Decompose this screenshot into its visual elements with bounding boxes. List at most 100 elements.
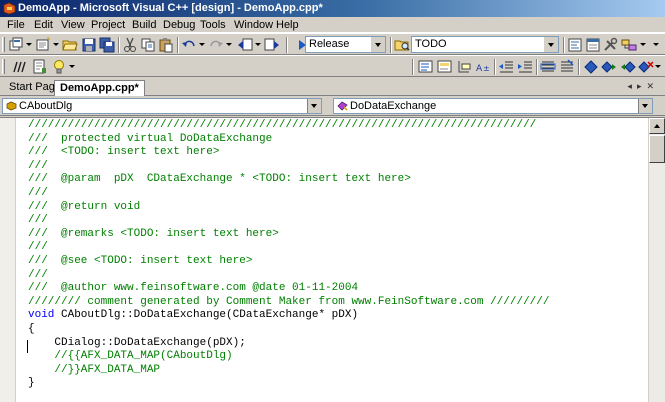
decrease-indent-icon[interactable] — [498, 59, 514, 75]
code-text-area[interactable]: ////////////////////////////////////////… — [28, 119, 638, 391]
find-combo[interactable]: TODO — [411, 36, 559, 53]
class-view-dropdown-arrow[interactable] — [640, 43, 646, 46]
next-bookmark-icon[interactable] — [601, 59, 617, 75]
code-line[interactable]: /// protected virtual DoDataExchange — [28, 133, 638, 147]
code-line[interactable]: //}}AFX_DATA_MAP — [28, 364, 638, 378]
menu-bar: File Edit View Project Build Debug Tools… — [0, 17, 665, 33]
code-line[interactable]: /// — [28, 214, 638, 228]
toolbar-grip[interactable] — [2, 59, 5, 74]
solution-configuration-combo[interactable]: Release — [305, 36, 386, 53]
redo-icon[interactable] — [208, 37, 224, 53]
vertical-scrollbar[interactable] — [648, 118, 665, 402]
member-combo[interactable]: DoDataExchange — [333, 98, 653, 114]
copy-icon[interactable] — [140, 37, 156, 53]
tab-scroll-and-close-controls[interactable]: ◂▸✕ — [627, 81, 659, 92]
toolbar-separator — [118, 37, 120, 53]
redo-dropdown-arrow[interactable] — [226, 43, 232, 46]
code-line[interactable]: /// — [28, 241, 638, 255]
menu-tools[interactable]: Tools — [200, 18, 226, 32]
code-line[interactable]: /// <TODO: insert text here> — [28, 146, 638, 160]
menu-window[interactable]: Window — [234, 18, 273, 32]
add-item-icon[interactable] — [35, 37, 51, 53]
properties-window-icon[interactable] — [585, 37, 601, 53]
menu-build[interactable]: Build — [132, 18, 156, 32]
class-combo-dropdown-button[interactable] — [307, 99, 321, 113]
find-in-files-icon[interactable] — [394, 37, 410, 53]
paste-icon[interactable] — [158, 37, 174, 53]
code-line[interactable]: /// — [28, 187, 638, 201]
menu-project[interactable]: Project — [91, 18, 125, 32]
open-folder-icon[interactable] — [62, 37, 78, 53]
display-word-completion-icon[interactable]: A ± — [475, 59, 491, 75]
toolbar-separator — [563, 37, 565, 53]
standard-toolbar: Release TODO — [0, 33, 665, 55]
lightbulb-icon[interactable] — [51, 59, 67, 75]
toolbar-overflow-arrow[interactable] — [653, 43, 659, 46]
class-view-icon[interactable] — [621, 37, 637, 53]
toolbar-overflow-arrow[interactable] — [655, 65, 661, 68]
code-comment: /// — [28, 214, 48, 227]
editor-gutter[interactable] — [0, 118, 16, 402]
menu-help[interactable]: Help — [276, 18, 299, 32]
solution-explorer-icon[interactable] — [567, 37, 583, 53]
code-comment: /// @param pDX CDataExchange * <TODO: in… — [28, 173, 411, 186]
increase-indent-icon[interactable] — [517, 59, 533, 75]
code-line[interactable]: //{{AFX_DATA_MAP(CAboutDlg) — [28, 350, 638, 364]
member-combo-dropdown-button[interactable] — [638, 99, 652, 113]
code-line[interactable]: //////// comment generated by Comment Ma… — [28, 296, 638, 310]
scroll-up-button[interactable] — [649, 118, 665, 134]
find-dropdown-button[interactable] — [543, 37, 558, 52]
code-line[interactable]: } — [28, 377, 638, 391]
code-line[interactable]: CDialog::DoDataExchange(pDX); — [28, 337, 638, 351]
menu-edit[interactable]: Edit — [34, 18, 53, 32]
menu-view[interactable]: View — [61, 18, 85, 32]
code-line[interactable]: /// — [28, 160, 638, 174]
scroll-thumb[interactable] — [649, 135, 665, 163]
code-comment: //{{AFX_DATA_MAP(CAboutDlg) — [28, 350, 233, 363]
undo-dropdown-arrow[interactable] — [199, 43, 205, 46]
display-object-member-list-icon[interactable] — [418, 59, 434, 75]
code-line[interactable]: ////////////////////////////////////////… — [28, 119, 638, 133]
comment-settings-icon[interactable] — [32, 59, 48, 75]
menu-file[interactable]: File — [7, 18, 25, 32]
code-line[interactable]: /// @author www.feinsoftware.com @date 0… — [28, 282, 638, 296]
toolbar-grip[interactable] — [2, 37, 5, 52]
navigation-bar: CAboutDlg DoDataExchange — [0, 96, 665, 116]
text-caret — [27, 340, 28, 353]
new-project-dropdown-arrow[interactable] — [26, 43, 32, 46]
code-line[interactable]: /// @see <TODO: insert text here> — [28, 255, 638, 269]
add-item-dropdown-arrow[interactable] — [53, 43, 59, 46]
tab-demoapp-cpp[interactable]: DemoApp.cpp* — [54, 80, 145, 96]
code-line[interactable]: void CAboutDlg::DoDataExchange(CDataExch… — [28, 309, 638, 323]
class-combo[interactable]: CAboutDlg — [2, 98, 322, 114]
code-comment: /// <TODO: insert text here> — [28, 146, 220, 159]
save-all-icon[interactable] — [99, 37, 115, 53]
previous-bookmark-icon[interactable] — [620, 59, 636, 75]
uncomment-selection-icon[interactable] — [559, 59, 575, 75]
toggle-bookmark-icon[interactable] — [583, 59, 599, 75]
cut-icon[interactable] — [122, 37, 138, 53]
menu-debug[interactable]: Debug — [163, 18, 195, 32]
save-icon[interactable] — [81, 37, 97, 53]
clear-bookmarks-icon[interactable] — [638, 59, 654, 75]
new-project-icon[interactable] — [8, 37, 24, 53]
toolbar-separator — [536, 59, 538, 75]
navigate-dropdown-arrow[interactable] — [255, 43, 261, 46]
display-parameter-info-icon[interactable] — [437, 59, 453, 75]
code-text: } — [28, 377, 35, 390]
solution-configuration-dropdown-button[interactable] — [370, 37, 385, 52]
display-quick-info-icon[interactable] — [456, 59, 472, 75]
comment-maker-icon[interactable] — [11, 59, 27, 75]
code-line[interactable]: { — [28, 323, 638, 337]
code-line[interactable]: /// @param pDX CDataExchange * <TODO: in… — [28, 173, 638, 187]
toolbox-icon[interactable] — [603, 37, 619, 53]
navigate-forward-icon[interactable] — [264, 37, 280, 53]
lightbulb-dropdown-arrow[interactable] — [69, 65, 75, 68]
undo-icon[interactable] — [181, 37, 197, 53]
navigate-backward-icon[interactable] — [237, 37, 253, 53]
code-line[interactable]: /// @remarks <TODO: insert text here> — [28, 228, 638, 242]
comment-out-selection-icon[interactable] — [540, 59, 556, 75]
code-line[interactable]: /// — [28, 269, 638, 283]
code-editor[interactable]: ////////////////////////////////////////… — [0, 117, 665, 402]
code-line[interactable]: /// @return void — [28, 201, 638, 215]
